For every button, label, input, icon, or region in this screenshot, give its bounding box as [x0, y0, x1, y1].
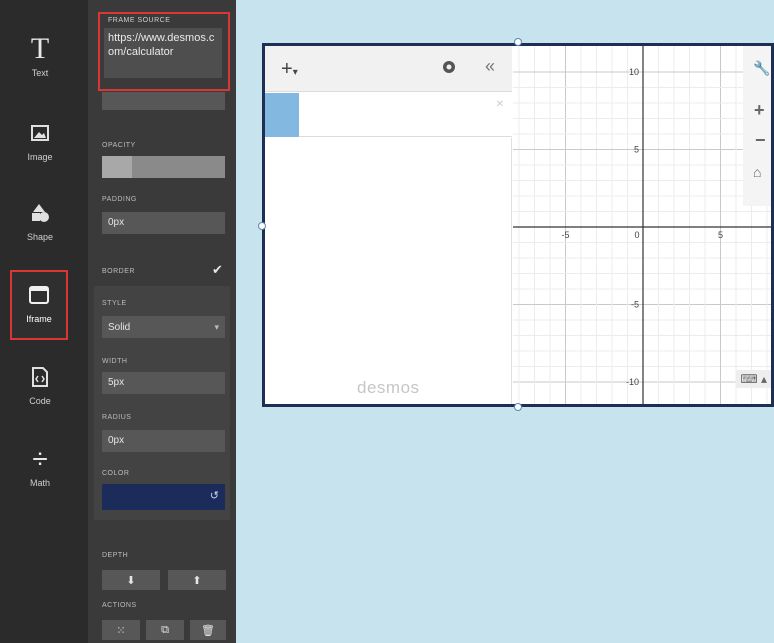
- radius-input[interactable]: 0px: [102, 430, 225, 452]
- text-icon: T: [30, 32, 50, 65]
- chevron-down-icon: ▾: [214, 321, 219, 332]
- editor-canvas[interactable]: +▾ « ✕ desmos -5 0 5 10 5 -5 -10 🔧 + − ⌂ ⌨ ▴: [236, 0, 774, 643]
- padding-input[interactable]: 0px: [102, 212, 225, 234]
- image-icon: [31, 116, 49, 150]
- frame-source-input[interactable]: https://www.desmos.com/calculator: [104, 28, 222, 78]
- code-icon: [31, 360, 49, 394]
- graph-paper[interactable]: -5 0 5 10 5 -5 -10 🔧 + − ⌂ ⌨ ▴: [513, 46, 771, 404]
- tool-math[interactable]: ÷ Math: [8, 442, 72, 506]
- duplicate-icon: ⧉: [161, 623, 169, 636]
- x-tick-label: 0: [634, 230, 639, 240]
- padding-label: PADDING: [102, 196, 137, 203]
- zoom-in-button[interactable]: +: [754, 100, 765, 121]
- tool-label: Image: [27, 152, 53, 162]
- y-tick-label: -5: [631, 300, 639, 310]
- graph-grid: -5 0 5 10 5 -5 -10: [513, 46, 771, 404]
- frame-source-input-extension[interactable]: [102, 92, 225, 110]
- send-backward-button[interactable]: ⬇: [102, 570, 160, 590]
- bring-forward-button[interactable]: ⬆: [168, 570, 226, 590]
- radius-label: RADIUS: [102, 414, 132, 421]
- opacity-slider-fill: [102, 156, 132, 178]
- tool-iframe[interactable]: Iframe: [10, 270, 68, 340]
- expression-row[interactable]: ✕: [265, 93, 512, 137]
- color-label: COLOR: [102, 470, 130, 477]
- actions-label: ACTIONS: [102, 602, 137, 609]
- width-label: WIDTH: [102, 358, 128, 365]
- desmos-logo: desmos: [357, 378, 420, 397]
- y-tick-label: 5: [634, 145, 639, 155]
- zoom-out-button[interactable]: −: [755, 130, 766, 151]
- properties-panel: FRAME SOURCE https://www.desmos.com/calc…: [88, 0, 236, 643]
- add-expression-button[interactable]: +▾: [281, 58, 298, 81]
- depth-label: DEPTH: [102, 552, 129, 559]
- arrow-down-icon: ⬇: [126, 574, 136, 587]
- border-label: BORDER: [102, 268, 135, 275]
- color-picker[interactable]: ↺: [102, 484, 225, 510]
- wrench-icon[interactable]: 🔧: [753, 60, 770, 77]
- tool-text[interactable]: T Text: [8, 32, 72, 96]
- arrow-up-icon: ⬆: [192, 574, 202, 587]
- graph-toolbar: 🔧 + − ⌂: [743, 46, 771, 206]
- grid-action-button[interactable]: ⁙: [102, 620, 140, 640]
- tool-label: Shape: [26, 232, 54, 242]
- duplicate-button[interactable]: ⧉: [146, 620, 184, 640]
- width-input[interactable]: 5px: [102, 372, 225, 394]
- style-select[interactable]: Solid ▾: [102, 316, 225, 338]
- style-label: STYLE: [102, 300, 127, 307]
- desmos-expression-toolbar: +▾ «: [265, 46, 512, 92]
- tool-image[interactable]: Image: [8, 116, 72, 180]
- style-select-value: Solid: [108, 321, 131, 333]
- grid-icon: ⁙: [116, 624, 126, 637]
- y-tick-label: 10: [629, 67, 639, 77]
- x-tick-label: 5: [718, 230, 723, 240]
- x-tick-label: -5: [561, 230, 569, 240]
- frame-source-label: FRAME SOURCE: [108, 17, 171, 24]
- keyboard-toggle-button[interactable]: ⌨ ▴: [736, 370, 771, 388]
- tool-label: Text: [31, 68, 49, 78]
- y-tick-label: -10: [626, 377, 639, 387]
- resize-handle-bottom[interactable]: [514, 403, 522, 411]
- iframe-element[interactable]: +▾ « ✕ desmos -5 0 5 10 5 -5 -10 🔧 + − ⌂ ⌨ ▴: [262, 43, 774, 407]
- iframe-icon: [29, 278, 49, 312]
- expression-list: desmos: [265, 138, 512, 404]
- math-icon: ÷: [32, 443, 48, 474]
- reset-color-icon[interactable]: ↺: [210, 489, 219, 502]
- expression-tab: [265, 93, 299, 137]
- delete-button[interactable]: 🗑: [190, 620, 226, 640]
- delete-expression-icon[interactable]: ✕: [496, 99, 504, 110]
- tool-sidebar: T Text Image Shape Iframe Code ÷ Math: [0, 0, 88, 643]
- collapse-list-icon[interactable]: «: [485, 56, 495, 77]
- trash-icon: 🗑: [201, 624, 215, 637]
- resize-handle-left[interactable]: [258, 222, 266, 230]
- keyboard-icon: ⌨: [740, 372, 758, 386]
- settings-gear-icon[interactable]: [441, 59, 457, 80]
- border-checkmark-icon[interactable]: ✔: [212, 262, 223, 278]
- tool-code[interactable]: Code: [8, 360, 72, 424]
- frame-source-highlight: FRAME SOURCE https://www.desmos.com/calc…: [98, 12, 230, 91]
- tool-label: Iframe: [26, 314, 52, 324]
- shape-icon: [29, 196, 51, 230]
- tool-shape[interactable]: Shape: [8, 196, 72, 260]
- resize-handle-top[interactable]: [514, 38, 522, 46]
- tool-label: Code: [29, 396, 51, 406]
- opacity-slider[interactable]: [102, 156, 225, 178]
- opacity-label: OPACITY: [102, 142, 136, 149]
- tool-label: Math: [29, 478, 50, 488]
- home-icon[interactable]: ⌂: [753, 164, 761, 180]
